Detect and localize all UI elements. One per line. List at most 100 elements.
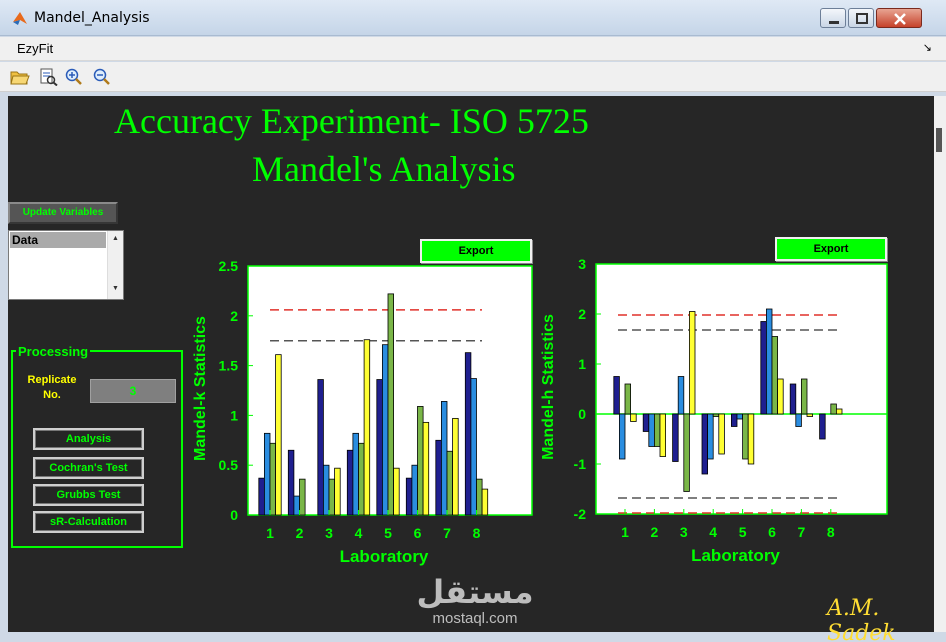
h-plot-area: [595, 263, 888, 515]
k-bar-s3-lab5: [387, 293, 394, 516]
h-xtick-label: 6: [768, 524, 776, 540]
k-bar-s1-lab4: [346, 449, 354, 516]
k-bar-s4-lab8: [481, 488, 489, 516]
k-ytick-label: 2.5: [219, 258, 239, 274]
h-bar-s3-lab8: [830, 403, 837, 415]
watermark: مستقل mostaql.com: [410, 574, 540, 628]
k-bar-s4-lab1: [275, 354, 282, 516]
k-bar-s1-lab6: [405, 477, 413, 516]
h-xtick-label: 1: [621, 524, 629, 540]
h-bar-s3-lab1: [624, 383, 631, 415]
k-xtick-label: 3: [325, 525, 333, 541]
k-xtick-label: 7: [443, 525, 451, 541]
h-bar-s4-lab3: [689, 311, 696, 415]
h-bar-s1-lab8: [819, 413, 826, 440]
h-bar-s3-lab5: [742, 413, 749, 460]
k-ytick-label: 0: [230, 507, 238, 523]
k-yaxis-label: Mandel-k Statistics: [192, 316, 209, 461]
h-bar-s4-lab8: [836, 408, 843, 415]
h-bar-s2-lab6: [766, 308, 773, 415]
k-bar-s3-lab8: [476, 478, 483, 516]
h-ytick-label: 0: [578, 406, 586, 422]
k-bar-s1-lab5: [376, 379, 383, 516]
h-xtick-label: 7: [798, 524, 806, 540]
h-bar-s1-lab2: [642, 413, 650, 432]
h-ytick-label: 3: [578, 256, 586, 272]
k-bar-s3-lab3: [328, 478, 335, 516]
h-bar-s2-lab2: [648, 413, 655, 447]
h-bar-s2-lab4: [707, 413, 714, 460]
h-bar-s4-lab5: [747, 413, 755, 465]
k-bar-s2-lab7: [440, 401, 448, 516]
h-bar-s4-lab7: [806, 413, 813, 417]
k-ytick-label: 1: [230, 407, 238, 423]
k-xtick-label: 6: [414, 525, 422, 541]
h-bar-s3-lab2: [654, 413, 661, 447]
h-bar-s1-lab5: [731, 413, 738, 427]
k-bar-s4-lab4: [363, 339, 371, 516]
k-bar-s3-lab6: [417, 406, 424, 516]
k-bar-s2-lab1: [263, 432, 271, 516]
h-bar-s3-lab3: [683, 413, 690, 492]
h-bar-s1-lab4: [701, 413, 708, 475]
h-bar-s1-lab6: [760, 321, 767, 415]
h-bar-s2-lab1: [619, 413, 626, 460]
h-bar-s1-lab3: [672, 413, 679, 462]
k-bar-s1-lab8: [464, 352, 472, 516]
author-signature: A.M. Sadek: [827, 596, 896, 642]
h-ytick-label: 2: [578, 306, 586, 322]
h-xtick-label: 2: [651, 524, 659, 540]
k-bar-s4-lab6: [422, 421, 430, 516]
h-bar-s2-lab3: [677, 376, 685, 415]
k-xtick-label: 5: [384, 525, 392, 541]
h-xtick-label: 8: [827, 524, 835, 540]
k-bar-s2-lab5: [381, 344, 389, 516]
k-bar-s4-lab3: [334, 467, 341, 516]
k-bar-s1-lab7: [435, 439, 442, 516]
k-bar-s2-lab2: [293, 495, 300, 516]
k-bar-s1-lab1: [258, 477, 265, 516]
k-bar-s3-lab1: [269, 442, 276, 516]
k-bar-s4-lab5: [393, 467, 400, 516]
h-bar-s1-lab7: [789, 383, 797, 415]
k-bar-s1-lab2: [287, 449, 295, 516]
k-xtick-label: 1: [266, 525, 274, 541]
k-bar-s3-lab4: [358, 442, 365, 516]
k-xtick-label: 8: [473, 525, 481, 541]
k-xtick-label: 4: [355, 525, 363, 541]
h-bar-s1-lab1: [613, 376, 620, 415]
h-bar-s4-lab1: [630, 413, 637, 422]
h-xtick-label: 5: [739, 524, 747, 540]
k-bar-s3-lab7: [446, 450, 453, 516]
h-ytick-label: -2: [574, 506, 587, 522]
k-ytick-label: 2: [230, 308, 238, 324]
k-bar-s2-lab8: [470, 378, 477, 516]
h-bar-s2-lab7: [795, 413, 802, 427]
k-bar-s3-lab2: [299, 478, 306, 516]
k-bar-s1-lab3: [317, 379, 324, 516]
k-ytick-label: 1.5: [219, 358, 239, 374]
k-xaxis-label: Laboratory: [340, 547, 429, 566]
h-yaxis-label: Mandel-h Statistics: [540, 314, 557, 460]
h-xaxis-label: Laboratory: [691, 546, 780, 565]
h-bar-s2-lab5: [736, 413, 743, 420]
h-bar-s3-lab7: [801, 378, 808, 415]
k-bar-s2-lab4: [352, 432, 359, 516]
h-xtick-label: 3: [680, 524, 688, 540]
k-ytick-label: 0.5: [219, 457, 239, 473]
watermark-logo: مستقل: [416, 573, 534, 611]
watermark-text: mostaql.com: [432, 610, 518, 627]
h-bar-s4-lab4: [718, 413, 725, 455]
h-ytick-label: -1: [574, 456, 587, 472]
h-bar-s4-lab6: [777, 378, 784, 415]
k-bar-s2-lab6: [411, 464, 418, 516]
k-bar-s2-lab3: [322, 464, 330, 516]
h-bar-s4-lab2: [659, 413, 666, 457]
h-xtick-label: 4: [709, 524, 717, 540]
mandel-charts: 0 0.5 1 1.5 2 2.5 1 2 3 4 5 6 7 8 Laboratory Mandel-k S…: [192, 256, 888, 566]
h-bar-s3-lab6: [771, 336, 778, 415]
h-ytick-label: 1: [578, 356, 586, 372]
k-bar-s4-lab7: [452, 417, 459, 516]
k-xtick-label: 2: [296, 525, 304, 541]
h-bar-s3-lab4: [712, 413, 720, 417]
